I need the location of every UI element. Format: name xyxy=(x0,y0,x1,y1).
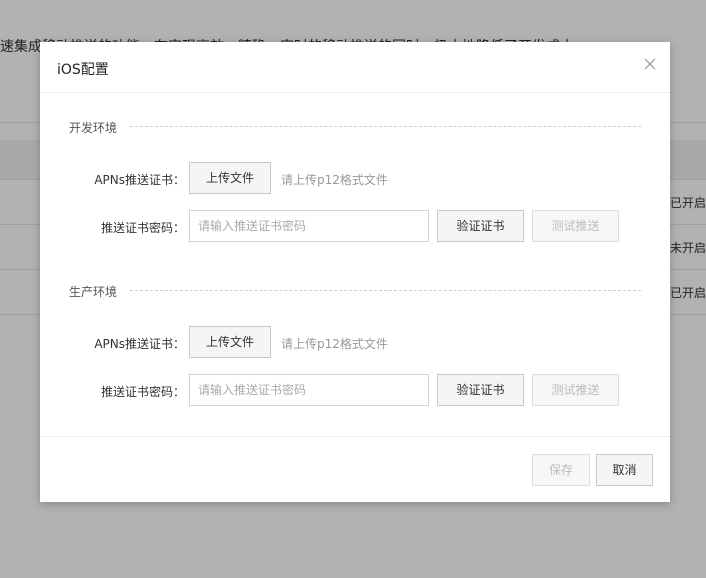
section-title-dev: 开发环境 xyxy=(69,119,126,136)
test-push-button[interactable]: 测试推送 xyxy=(532,374,619,406)
dialog-title: iOS配置 xyxy=(57,62,109,78)
close-icon[interactable] xyxy=(640,54,660,74)
save-button[interactable]: 保存 xyxy=(532,454,590,486)
test-push-button[interactable]: 测试推送 xyxy=(532,210,619,242)
cert-password-label: 推送证书密码： xyxy=(100,221,185,235)
upload-file-button[interactable]: 上传文件 xyxy=(189,326,271,358)
upload-hint: 请上传p12格式文件 xyxy=(281,337,388,351)
cancel-button[interactable]: 取消 xyxy=(596,454,653,486)
upload-file-button[interactable]: 上传文件 xyxy=(189,162,271,194)
upload-hint: 请上传p12格式文件 xyxy=(281,173,388,187)
section-divider xyxy=(130,290,641,291)
cert-password-input[interactable] xyxy=(189,210,429,242)
dialog-footer: 保存 取消 xyxy=(40,436,670,502)
dialog-header: iOS配置 xyxy=(40,42,670,93)
cert-password-input[interactable] xyxy=(189,374,429,406)
ios-config-dialog: iOS配置 开发环境 APNs推送证书： 上传文件 请上传p12格式文件 推送证… xyxy=(40,42,670,502)
cert-password-label: 推送证书密码： xyxy=(100,385,185,399)
verify-cert-button[interactable]: 验证证书 xyxy=(437,374,524,406)
verify-cert-button[interactable]: 验证证书 xyxy=(437,210,524,242)
section-title-prod: 生产环境 xyxy=(69,283,126,300)
apns-cert-label: APNs推送证书： xyxy=(94,173,185,187)
section-divider xyxy=(130,126,641,127)
apns-cert-label: APNs推送证书： xyxy=(94,337,185,351)
